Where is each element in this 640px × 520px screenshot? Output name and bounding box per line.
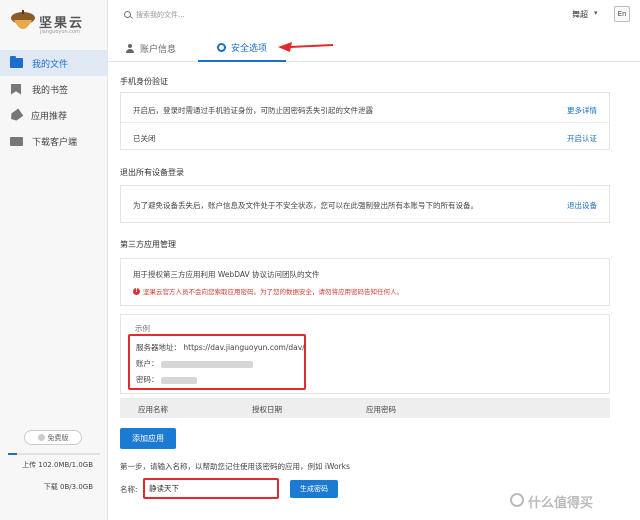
sidebar-item-label: 我的书签 — [32, 85, 69, 96]
server-address-line: 服务器地址： https://dav.jianguoyun.com/dav/ — [136, 342, 305, 353]
security-warning: ! 坚果云官方人员不会向您索取应用密码。为了您的数据安全，请勿将应用密码告知任何… — [133, 286, 403, 296]
sidebar-item-label: 下载客户端 — [32, 137, 78, 148]
plan-label: 免费版 — [47, 433, 69, 442]
sidebar-item-app-recommend[interactable]: 应用推荐 — [0, 102, 107, 128]
warning-icon: ! — [133, 287, 140, 295]
password-label: 密码： — [136, 375, 159, 384]
sidebar-item-bookmarks[interactable]: 我的书签 — [0, 76, 107, 102]
highlight-box: 服务器地址： https://dav.jianguoyun.com/dav/ 账… — [128, 334, 306, 390]
blurred-account — [160, 360, 253, 368]
third-party-description: 用于授权第三方应用利用 WebDAV 协议访问团队的文件 — [133, 270, 320, 279]
sidebar-nav: 我的文件 我的书签 应用推荐 下载客户端 — [0, 50, 107, 154]
example-box: 示例 服务器地址： https://dav.jianguoyun.com/dav… — [120, 314, 610, 394]
step-instruction: 第一步，请输入名称，以帮助您记住使用该密码的应用，例如 iWorks — [120, 462, 350, 471]
plan-button[interactable]: 免费版 — [24, 430, 82, 445]
sidebar: 坚果云 jianguoyun.com 我的文件 我的书签 应用推荐 下载客户端 … — [0, 0, 108, 520]
add-app-button[interactable]: 添加应用 — [120, 428, 176, 449]
apps-table-header: 应用名称 授权日期 应用密码 — [120, 398, 610, 418]
watermark-icon — [510, 493, 524, 507]
language-button[interactable]: En — [614, 6, 630, 22]
column-header-app-password: 应用密码 — [366, 405, 396, 414]
warning-text: 坚果云官方人员不会向您索取应用密码。为了您的数据安全，请勿将应用密码告知任何人。 — [143, 288, 403, 296]
person-icon — [126, 43, 134, 53]
watermark: 什么值得买 — [528, 496, 594, 511]
server-address-label: 服务器地址： — [136, 343, 181, 352]
logo[interactable]: 坚果云 jianguoyun.com — [6, 4, 102, 42]
settings-tabs: 账户信息 安全选项 — [108, 34, 640, 62]
phone-verify-status: 已关闭 — [133, 134, 156, 143]
logout-all-description: 为了避免设备丢失后，账户信息及文件处于不安全状态，您可以在此强制登出所有本账号下… — [133, 201, 478, 210]
tab-label: 安全选项 — [230, 43, 267, 54]
tab-security-options[interactable]: 安全选项 — [198, 34, 286, 62]
sidebar-item-download-client[interactable]: 下载客户端 — [0, 128, 107, 154]
upload-quota-fill — [8, 453, 18, 455]
phone-verify-description: 开启后，登录时需通过手机验证身份，可防止因密码丢失引起的文件泄露 — [133, 106, 373, 115]
sidebar-item-my-files[interactable]: 我的文件 — [0, 50, 107, 76]
logo-subtitle: jianguoyun.com — [40, 29, 80, 35]
top-header: 舞超 ▾ En — [108, 0, 640, 30]
name-label: 名称: — [120, 485, 138, 494]
search-icon — [124, 11, 131, 18]
phone-verify-box: 开启后，登录时需通过手机验证身份，可防止因密码丢失引起的文件泄露 更多详情 已关… — [120, 92, 610, 150]
blurred-password — [160, 376, 197, 384]
example-label: 示例 — [135, 324, 150, 333]
plan-icon — [37, 434, 45, 441]
logout-devices-link[interactable]: 退出设备 — [567, 200, 597, 211]
tab-label: 账户信息 — [140, 44, 177, 55]
divider — [121, 122, 609, 123]
gear-icon — [216, 42, 226, 52]
third-party-info-box: 用于授权第三方应用利用 WebDAV 协议访问团队的文件 ! 坚果云官方人员不会… — [120, 258, 610, 306]
section-title-logout-all: 退出所有设备登录 — [120, 168, 184, 177]
app-name-input[interactable] — [143, 478, 279, 499]
sidebar-item-label: 我的文件 — [32, 59, 69, 70]
bookmark-icon — [11, 83, 21, 95]
logout-all-box: 为了避免设备丢失后，账户信息及文件处于不安全状态，您可以在此强制登出所有本账号下… — [120, 185, 610, 223]
server-address-value: https://dav.jianguoyun.com/dav/ — [183, 343, 305, 352]
account-label: 账户： — [136, 359, 159, 368]
section-title-third-party: 第三方应用管理 — [120, 240, 176, 249]
folder-icon — [10, 56, 23, 68]
account-line: 账户： — [136, 358, 253, 369]
more-details-link[interactable]: 更多详情 — [567, 105, 597, 116]
sidebar-item-label: 应用推荐 — [31, 111, 68, 122]
download-quota-text: 下载 0B/3.0GB — [43, 483, 93, 491]
password-line: 密码： — [136, 374, 197, 385]
upload-quota-text: 上传 102.0MB/1.0GB — [22, 461, 93, 469]
column-header-app-name: 应用名称 — [138, 405, 168, 414]
annotation-arrow — [278, 42, 334, 52]
search-input[interactable] — [136, 8, 356, 22]
user-menu[interactable]: 舞超 — [572, 9, 588, 20]
tag-icon — [9, 108, 24, 122]
chevron-down-icon[interactable]: ▾ — [594, 9, 598, 17]
upload-quota-bar — [8, 453, 100, 455]
enable-auth-link[interactable]: 开启认证 — [567, 133, 597, 144]
column-header-auth-date: 授权日期 — [252, 405, 282, 414]
generate-password-button[interactable]: 生成密码 — [290, 480, 338, 498]
monitor-icon — [10, 136, 23, 146]
acorn-logo-icon — [11, 10, 35, 29]
section-title-phone-verify: 手机身份验证 — [120, 77, 168, 86]
tab-account-info[interactable]: 账户信息 — [126, 34, 200, 62]
